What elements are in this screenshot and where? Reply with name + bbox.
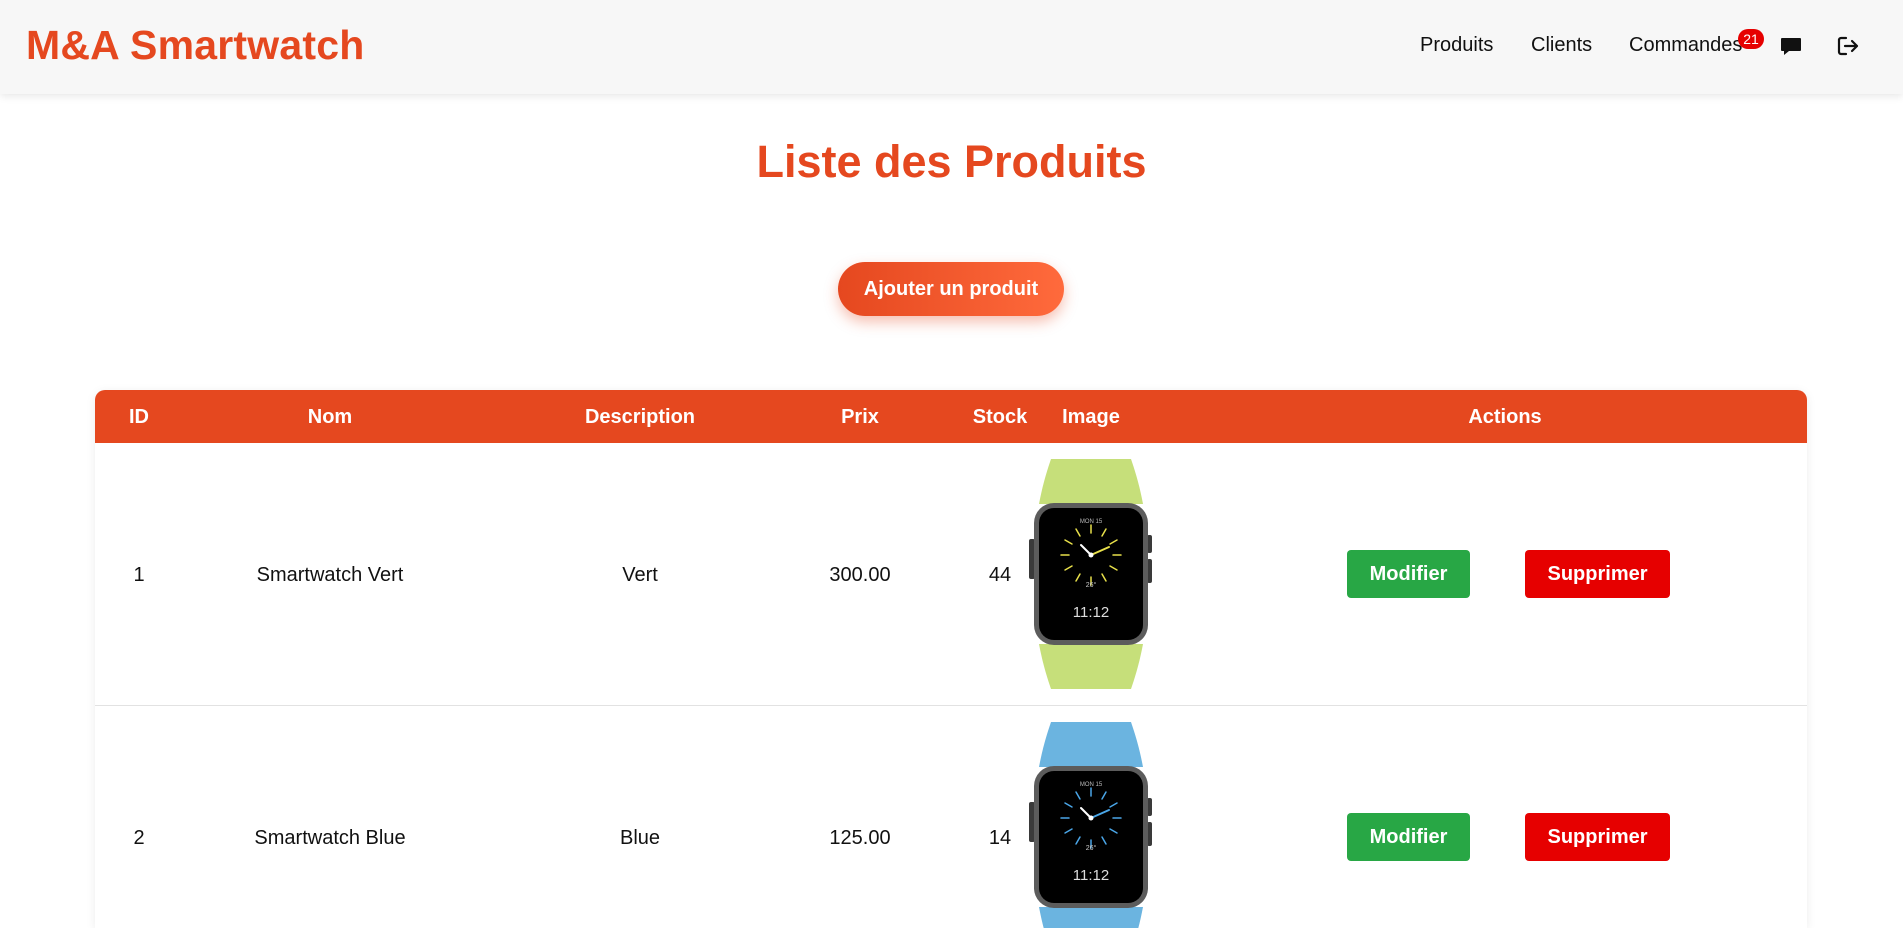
product-description: Blue: [619, 827, 661, 849]
header-id: ID: [129, 406, 149, 428]
nav-link-commandes[interactable]: Commandes: [1629, 34, 1742, 57]
brand-logo[interactable]: M&A Smartwatch: [26, 22, 364, 69]
header-description: Description: [584, 406, 696, 428]
watch-band-top: [1039, 722, 1143, 767]
watch-temperature: 26°: [1086, 844, 1097, 852]
product-price: 125.00: [829, 827, 891, 849]
product-id: 2: [133, 827, 145, 849]
watch-pivot: [1088, 815, 1094, 821]
orders-count-badge: 21: [1738, 29, 1764, 49]
watch-band-bottom: [1039, 644, 1143, 689]
delete-button[interactable]: Supprimer: [1525, 550, 1670, 598]
smartwatch-image: MON 15 26° 11:12: [1029, 459, 1152, 689]
products-table: ID Nom Description Prix Stock Image Acti…: [95, 390, 1807, 928]
table-header: ID Nom Description Prix Stock Image Acti…: [95, 390, 1807, 443]
watch-temperature: 26°: [1086, 581, 1097, 589]
table-row: 2 Smartwatch Blue Blue 125.00 14 MON 15 …: [95, 706, 1807, 928]
navbar: M&A Smartwatch Produits Clients Commande…: [0, 0, 1903, 94]
nav-link-produits[interactable]: Produits: [1420, 34, 1493, 57]
logout-icon[interactable]: [1836, 33, 1860, 59]
product-image: MON 15 26° 11:12: [1027, 722, 1155, 928]
header-image: Image: [1062, 406, 1120, 428]
product-name: Smartwatch Blue: [254, 827, 406, 849]
table-row: 1 Smartwatch Vert Vert 300.00 44 MON 15 …: [95, 443, 1807, 706]
header-price: Prix: [841, 406, 879, 428]
page-title: Liste des Produits: [756, 136, 1147, 187]
watch-pivot: [1088, 552, 1094, 558]
watch-time: 11:12: [1073, 867, 1109, 884]
smartwatch-image: MON 15 26° 11:12: [1029, 722, 1152, 928]
watch-date: MON 15: [1080, 782, 1103, 788]
product-description: Vert: [622, 564, 658, 586]
watch-band-top: [1039, 459, 1143, 504]
watch-band-bottom: [1039, 907, 1143, 928]
delete-button[interactable]: Supprimer: [1525, 813, 1670, 861]
header-actions: Actions: [1468, 406, 1542, 428]
watch-date: MON 15: [1080, 519, 1103, 525]
nav-link-clients[interactable]: Clients: [1531, 34, 1592, 57]
product-id: 1: [133, 564, 145, 586]
product-image: MON 15 26° 11:12: [1027, 459, 1155, 689]
add-product-button[interactable]: Ajouter un produit: [838, 262, 1064, 316]
edit-button[interactable]: Modifier: [1347, 813, 1470, 861]
watch-time: 11:12: [1073, 604, 1109, 621]
header-name: Nom: [307, 406, 353, 428]
product-price: 300.00: [829, 564, 891, 586]
message-icon[interactable]: [1779, 33, 1803, 59]
product-name: Smartwatch Vert: [256, 564, 404, 586]
edit-button[interactable]: Modifier: [1347, 550, 1470, 598]
